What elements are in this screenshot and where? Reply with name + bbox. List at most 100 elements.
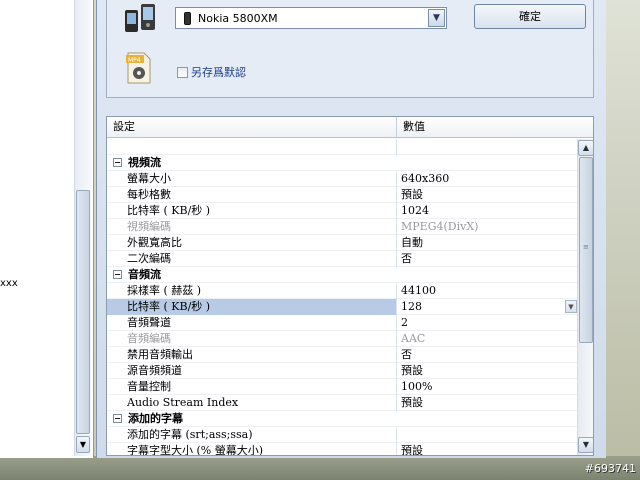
grid-scrollbar[interactable]: ▲ ≡ ▼ (577, 139, 593, 455)
property-name-text: 螢幕大小 (127, 171, 171, 185)
scrollbar-grip-icon: ≡ (583, 243, 589, 251)
property-name: 外觀寬高比 (107, 234, 397, 251)
category-row[interactable]: − 添加的字幕 (107, 411, 577, 427)
scroll-up-arrow-icon[interactable]: ▲ (578, 140, 593, 156)
property-value[interactable]: 2 (397, 315, 577, 330)
property-value: MPEG4(DivX) (397, 219, 577, 234)
property-value-text: 100% (401, 380, 433, 393)
property-name: 每秒格數 (107, 186, 397, 203)
table-row[interactable]: 源音頻頻道 預設 (107, 362, 577, 379)
property-value-text: 自動 (401, 236, 423, 249)
property-value-text: 預設 (401, 444, 423, 456)
table-row[interactable]: 添加的字幕 (srt;ass;ssa) (107, 426, 577, 443)
table-row[interactable]: 二次編碼 否 (107, 250, 577, 267)
desktop-background (600, 0, 640, 480)
property-value[interactable]: 自動 (397, 235, 577, 250)
property-value[interactable]: 預設 (397, 363, 577, 378)
property-name-text: 添加的字幕 (128, 411, 183, 425)
table-row[interactable]: 採樣率 ( 赫茲 ) 44100 (107, 282, 577, 299)
property-value-text: 預設 (401, 396, 423, 409)
table-row[interactable]: 字幕字型大小 (% 螢幕大小) 預設 (107, 442, 577, 456)
property-name-text: 音頻流 (128, 267, 161, 281)
svg-text:MP4: MP4 (128, 57, 141, 64)
property-value[interactable]: 預設 (397, 187, 577, 202)
property-name-text: 禁用音頻輸出 (127, 347, 193, 361)
property-name: − 音頻流 (107, 267, 397, 283)
property-value[interactable]: 640x360 (397, 171, 577, 186)
device-dropdown[interactable]: Nokia 5800XM ▼ (175, 7, 447, 29)
phone-icon (184, 11, 191, 25)
device-dropdown-value: Nokia 5800XM (198, 11, 278, 25)
left-scrollbar-thumb[interactable] (76, 190, 90, 434)
settings-dialog: Nokia 5800XM ▼ 確定 MP4 另存爲默認 設定 數值 − 視頻流 螢幕… (96, 0, 606, 458)
chevron-down-icon[interactable]: ▼ (428, 9, 445, 27)
checkbox-box[interactable] (177, 66, 188, 78)
save-as-default-checkbox[interactable]: 另存爲默認 (177, 64, 246, 80)
device-panel: Nokia 5800XM ▼ 確定 MP4 另存爲默認 (106, 0, 594, 98)
watermark: #693741 (584, 462, 636, 475)
property-name: 音頻聲道 (107, 314, 397, 331)
table-row[interactable]: 比特率 ( KB/秒 ) 128 ▼ (107, 298, 577, 315)
property-name-text: Audio Stream Index (127, 395, 239, 409)
table-row[interactable]: 音頻聲道 2 (107, 314, 577, 331)
left-scroll-down-arrow-icon[interactable]: ▼ (76, 436, 90, 453)
phones-icon (125, 4, 155, 32)
property-name-text: 外觀寬高比 (127, 235, 182, 249)
column-header-value[interactable]: 數值 (397, 117, 593, 137)
category-row[interactable]: − 視頻流 (107, 155, 577, 171)
value-editor[interactable]: 128 ▼ (401, 300, 577, 314)
property-value[interactable]: 128 ▼ (397, 300, 577, 314)
property-name-text: 比特率 ( KB/秒 ) (127, 203, 211, 217)
property-name: 二次編碼 (107, 250, 397, 267)
property-value[interactable]: 100% (397, 379, 577, 394)
property-value[interactable]: 否 (397, 347, 577, 362)
table-row[interactable] (107, 138, 577, 155)
table-row[interactable]: 禁用音頻輸出 否 (107, 346, 577, 363)
mp4-file-icon: MP4 (126, 52, 151, 84)
category-row[interactable]: − 音頻流 (107, 267, 577, 283)
property-name-text: 採樣率 ( 赫茲 ) (127, 283, 202, 297)
property-name: 源音頻頻道 (107, 362, 397, 379)
property-value[interactable]: 預設 (397, 395, 577, 410)
table-row[interactable]: 螢幕大小 640x360 (107, 170, 577, 187)
table-row[interactable]: 外觀寬高比 自動 (107, 234, 577, 251)
property-value-text: 預設 (401, 364, 423, 377)
property-name: 字幕字型大小 (% 螢幕大小) (107, 442, 397, 456)
table-row[interactable]: 音量控制 100% (107, 378, 577, 395)
property-value[interactable]: 否 (397, 251, 577, 266)
collapse-icon[interactable]: − (113, 269, 122, 279)
left-scrollbar[interactable]: ▼ (74, 0, 91, 456)
property-name: − 添加的字幕 (107, 411, 397, 427)
left-window-pane: xxx ▼ (0, 0, 94, 458)
column-header-setting[interactable]: 設定 (107, 117, 397, 137)
property-grid-header: 設定 數值 (107, 117, 593, 138)
collapse-icon[interactable]: − (113, 157, 122, 167)
property-value[interactable]: 44100 (397, 283, 577, 298)
property-value-text: 否 (401, 252, 412, 265)
property-name-text: 音頻編碼 (127, 331, 171, 345)
property-name: 添加的字幕 (srt;ass;ssa) (107, 426, 397, 443)
table-row[interactable]: 音頻編碼 AAC (107, 330, 577, 347)
property-value-text: 預設 (401, 188, 423, 201)
table-row[interactable]: Audio Stream Index 預設 (107, 394, 577, 411)
property-name: 禁用音頻輸出 (107, 346, 397, 363)
property-value-text: 640x360 (401, 172, 450, 185)
property-name: 採樣率 ( 赫茲 ) (107, 282, 397, 299)
table-row[interactable]: 視頻編碼 MPEG4(DivX) (107, 218, 577, 235)
table-row[interactable]: 每秒格數 預設 (107, 186, 577, 203)
property-name: 視頻編碼 (107, 218, 397, 235)
collapse-icon[interactable]: − (113, 413, 122, 423)
table-row[interactable]: 比特率 ( KB/秒 ) 1024 (107, 202, 577, 219)
property-name-text: 視頻編碼 (127, 219, 171, 233)
grid-scrollbar-thumb[interactable]: ≡ (579, 157, 593, 343)
chevron-down-icon[interactable]: ▼ (565, 300, 577, 313)
property-value[interactable]: 預設 (397, 443, 577, 456)
property-value-text: MPEG4(DivX) (401, 220, 479, 233)
property-value[interactable]: 1024 (397, 203, 577, 218)
scroll-down-arrow-icon[interactable]: ▼ (578, 437, 593, 453)
value-editor-text[interactable]: 128 (401, 299, 422, 314)
property-name-text: 添加的字幕 (srt;ass;ssa) (127, 427, 253, 441)
ok-button[interactable]: 確定 (474, 4, 586, 29)
property-name-text: 字幕字型大小 (% 螢幕大小) (127, 443, 264, 456)
property-value-text: AAC (401, 332, 426, 345)
